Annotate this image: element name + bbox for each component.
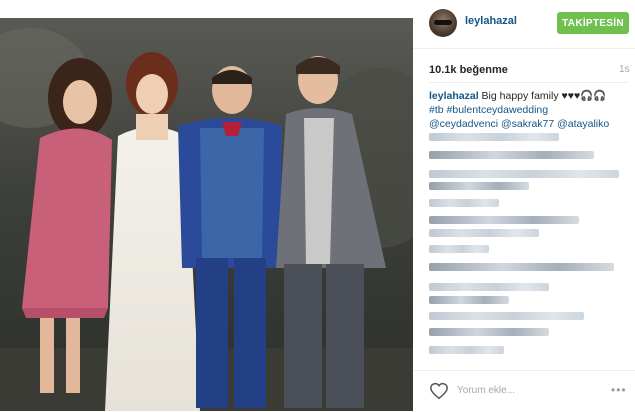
comment-input[interactable]: Yorum ekle... <box>457 385 515 396</box>
blurred-comment <box>429 151 594 159</box>
heart-outline-icon[interactable] <box>429 382 449 400</box>
blurred-comment <box>429 312 584 320</box>
comment-bar: Yorum ekle... ••• <box>413 370 635 412</box>
following-button[interactable]: TAKİPTESİN <box>557 12 629 34</box>
blurred-comment <box>429 229 539 237</box>
blurred-comment <box>429 296 509 304</box>
blurred-comment <box>429 133 559 141</box>
caption-mentions[interactable]: @ceydadvenci @sakrak77 @atayaliko <box>429 118 609 130</box>
caption-text: Big happy family ♥♥♥🎧🎧 <box>478 90 607 102</box>
post-caption: leylahazal Big happy family ♥♥♥🎧🎧 #tb #b… <box>429 89 629 131</box>
divider <box>429 82 629 83</box>
post-side-panel: leylahazal TAKİPTESİN 10.1k beğenme 1s l… <box>413 0 635 411</box>
blurred-comment <box>429 199 499 207</box>
blurred-comment <box>429 263 614 271</box>
post-photo[interactable] <box>0 18 413 411</box>
blurred-comment <box>429 283 549 291</box>
caption-hashtags[interactable]: #tb #bulentceydawedding <box>429 104 548 116</box>
likes-count[interactable]: 10.1k beğenme <box>429 64 508 76</box>
blurred-comment <box>429 216 579 224</box>
blurred-comment <box>429 170 619 178</box>
post-header: leylahazal TAKİPTESİN <box>413 0 635 49</box>
caption-username[interactable]: leylahazal <box>429 90 479 102</box>
blurred-comment <box>429 346 504 354</box>
post-age: 1s <box>619 64 630 75</box>
blurred-comment <box>429 328 549 336</box>
more-dots-icon[interactable]: ••• <box>611 383 627 397</box>
blurred-comment <box>429 182 529 190</box>
blurred-comment <box>429 245 489 253</box>
avatar[interactable] <box>429 9 457 37</box>
username-link[interactable]: leylahazal <box>465 15 517 27</box>
